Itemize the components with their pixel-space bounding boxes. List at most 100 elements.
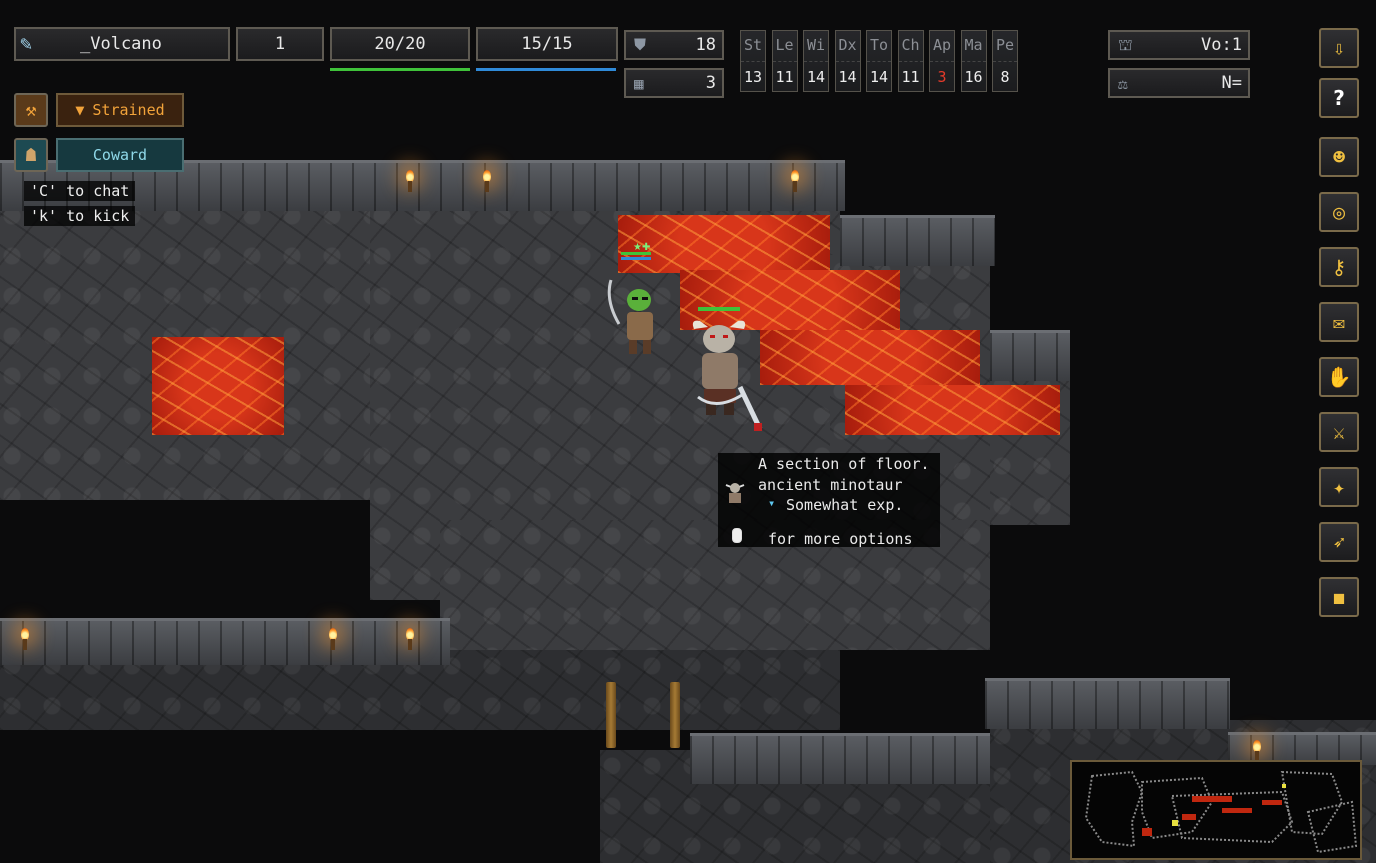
arrow-button[interactable]: ➶ <box>1319 522 1359 562</box>
torch-icon <box>328 628 338 650</box>
chat-bubble-button[interactable]: ✉ <box>1319 302 1359 342</box>
stat-ch[interactable]: Ch 11 <box>897 30 924 92</box>
minimap[interactable] <box>1070 760 1362 860</box>
hover-tooltip: A section of floor. ancient minotaur ▾ S… <box>718 453 940 548</box>
save-book-icon: ⇩ <box>1332 36 1346 60</box>
sword-icon: ⚔ <box>1332 420 1346 444</box>
character-name: _Volcano <box>80 34 162 54</box>
shield-icon: ⛊ <box>634 35 647 54</box>
key-button[interactable]: ⚷ <box>1319 247 1359 287</box>
character-portrait-icon: ☻ <box>1332 145 1346 169</box>
coward-status[interactable]: Coward <box>56 138 184 172</box>
stat-label: St <box>741 31 765 62</box>
stat-label: Dx <box>835 31 860 62</box>
lava-flow-east[interactable] <box>845 385 1060 435</box>
sword-button[interactable]: ⚔ <box>1319 412 1359 452</box>
kick-hint: 'k' to kick <box>24 206 136 226</box>
coward-label: Coward <box>92 146 148 164</box>
stat-wi[interactable]: Wi 14 <box>803 30 829 92</box>
armor-class-panel[interactable]: ⛊ 18 <box>624 30 724 60</box>
stat-value: 3 <box>937 68 947 86</box>
strained-label: Strained <box>92 101 165 119</box>
wand-button[interactable]: ✦ <box>1319 467 1359 507</box>
stat-ma[interactable]: Ma 16 <box>960 30 987 92</box>
pray-button[interactable]: ✋ <box>1319 357 1359 397</box>
lava-flow-lower[interactable] <box>760 330 980 385</box>
hp-bar <box>330 68 470 71</box>
dungeon-level-panel[interactable]: ⛫ Vo:1 <box>1108 30 1250 60</box>
wall-north-east <box>840 215 995 266</box>
torch-icon <box>482 170 492 192</box>
bag-icon: ◼ <box>1332 585 1346 609</box>
wall-south-hall <box>0 618 450 665</box>
magnifier-button[interactable]: ◎ <box>1319 192 1359 232</box>
hp-panel[interactable]: 20/20 <box>330 27 470 61</box>
shield-value: 3 <box>705 73 716 93</box>
chat-bubble-icon: ✉ <box>1332 310 1346 334</box>
stat-label: Ch <box>898 31 923 62</box>
lava-pool-west[interactable] <box>152 337 284 435</box>
wall-southeast <box>985 678 1230 729</box>
hp-value: 20/20 <box>374 34 426 54</box>
stat-to[interactable]: To 14 <box>866 30 892 92</box>
character-name-panel[interactable]: ✎ _Volcano <box>14 27 230 61</box>
scales-icon: ⚖ <box>1118 73 1128 93</box>
mouse-icon <box>732 528 742 543</box>
minotaur-sprite-icon <box>692 307 763 431</box>
character-portrait-button[interactable]: ☻ <box>1319 137 1359 177</box>
minimap-layout-icon <box>1084 770 1358 854</box>
wand-icon: ✦ <box>1332 475 1346 499</box>
magnifier-icon: ◎ <box>1332 200 1346 224</box>
mp-panel[interactable]: 15/15 <box>476 27 618 61</box>
player-character[interactable]: ★✚ <box>605 240 675 360</box>
save-book-button[interactable]: ⇩ <box>1319 28 1359 68</box>
minotaur-portrait-icon <box>724 479 746 505</box>
stat-label: Pe <box>993 31 1017 62</box>
tower-shield-icon: ▦ <box>634 73 644 93</box>
strained-status[interactable]: ▼ Strained <box>56 93 184 127</box>
tooltip-threat-level: Somewhat exp. <box>786 496 904 514</box>
stat-value: 11 <box>775 68 794 86</box>
armor-class-value: 18 <box>695 35 716 55</box>
character-scroll-icon: ✎ <box>20 31 33 55</box>
stat-label: Ma <box>961 31 986 62</box>
torch-icon <box>405 170 415 192</box>
alignment-value: N= <box>1221 73 1242 93</box>
experience-gem-icon: ▾ <box>768 496 776 510</box>
stat-value: 14 <box>869 68 889 86</box>
mp-bar-fill <box>476 68 616 71</box>
key-icon: ⚷ <box>1331 255 1347 279</box>
stat-label: Wi <box>804 31 828 62</box>
player-sprite-icon: ★✚ <box>607 242 653 354</box>
stat-st[interactable]: St 13 <box>740 30 766 92</box>
ancient-minotaur[interactable] <box>680 305 770 445</box>
stairs-icon: ⛫ <box>1118 34 1133 54</box>
door-post-right[interactable] <box>670 682 680 748</box>
stat-le[interactable]: Le 11 <box>771 30 798 92</box>
door-post-left[interactable] <box>606 682 616 748</box>
stat-ap[interactable]: Ap 3 <box>929 30 955 92</box>
torch-icon <box>1252 740 1262 762</box>
torch-icon <box>20 628 30 650</box>
stat-label: To <box>867 31 891 62</box>
hp-bar-fill <box>330 68 470 71</box>
strained-status-icon[interactable]: ⚒ <box>14 93 48 127</box>
warning-icon: ▼ <box>75 101 85 119</box>
level-panel[interactable]: 1 <box>236 27 324 61</box>
coward-status-icon[interactable]: ☗ <box>14 138 48 172</box>
stat-pe[interactable]: Pe 8 <box>992 30 1018 92</box>
stat-value: 14 <box>838 68 857 86</box>
dungeon-map[interactable]: ★✚ <box>0 0 1376 863</box>
shield-panel[interactable]: ▦ 3 <box>624 68 724 98</box>
wall-east-step <box>990 330 1070 381</box>
dungeon-level-value: Vo:1 <box>1201 35 1242 55</box>
bag-button[interactable]: ◼ <box>1319 577 1359 617</box>
stat-label: Ap <box>930 31 954 62</box>
torch-icon <box>405 628 415 650</box>
help-button[interactable]: ? <box>1319 78 1359 118</box>
arrow-icon: ➶ <box>1332 530 1346 554</box>
stat-dx[interactable]: Dx 14 <box>834 30 861 92</box>
mp-value: 15/15 <box>521 34 573 54</box>
alignment-panel[interactable]: ⚖ N= <box>1108 68 1250 98</box>
tooltip-monster-name: ancient minotaur <box>758 476 903 494</box>
